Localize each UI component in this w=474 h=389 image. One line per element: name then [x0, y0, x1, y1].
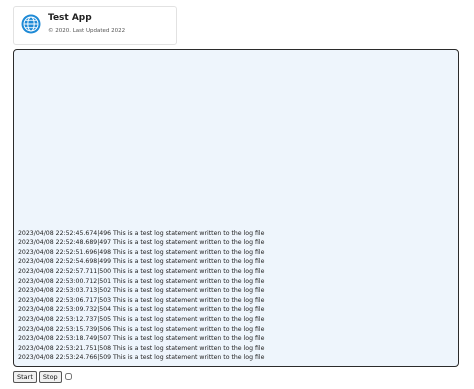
app-title: Test App — [48, 13, 92, 23]
log-line: 2023/04/08 22:53:09.732|504 This is a te… — [18, 306, 265, 314]
controls-bar: Start Stop — [13, 370, 72, 383]
log-line: 2023/04/08 22:52:51.696|498 This is a te… — [18, 248, 265, 256]
log-line: 2023/04/08 22:53:21.751|508 This is a te… — [18, 344, 265, 352]
log-line: 2023/04/08 22:53:00.712|501 This is a te… — [18, 277, 265, 285]
log-line: 2023/04/08 22:52:48.689|497 This is a te… — [18, 239, 265, 247]
app-copyright: © 2020. Last Updated 2022 — [48, 28, 126, 34]
log-panel[interactable]: 2023/04/08 22:52:45.674|496 This is a te… — [13, 49, 459, 367]
log-list: 2023/04/08 22:52:45.674|496 This is a te… — [18, 229, 264, 363]
log-line: 2023/04/08 22:53:03.713|502 This is a te… — [18, 287, 265, 295]
log-line: 2023/04/08 22:53:18.749|507 This is a te… — [18, 335, 265, 343]
toggle-checkbox[interactable] — [64, 373, 72, 380]
stop-button[interactable]: Stop — [38, 370, 62, 383]
log-line: 2023/04/08 22:53:06.717|503 This is a te… — [18, 296, 265, 304]
log-line: 2023/04/08 22:52:57.711|500 This is a te… — [18, 268, 265, 276]
log-line: 2023/04/08 22:52:54.698|499 This is a te… — [18, 258, 265, 266]
log-line: 2023/04/08 22:52:45.674|496 This is a te… — [18, 229, 265, 237]
log-line: 2023/04/08 22:53:15.739|506 This is a te… — [18, 325, 265, 333]
log-line: 2023/04/08 22:53:24.766|509 This is a te… — [18, 354, 265, 362]
app-header-card: Test App © 2020. Last Updated 2022 — [13, 6, 177, 45]
log-line: 2023/04/08 22:53:12.737|505 This is a te… — [18, 316, 265, 324]
globe-icon — [21, 14, 41, 34]
start-button[interactable]: Start — [13, 370, 37, 383]
